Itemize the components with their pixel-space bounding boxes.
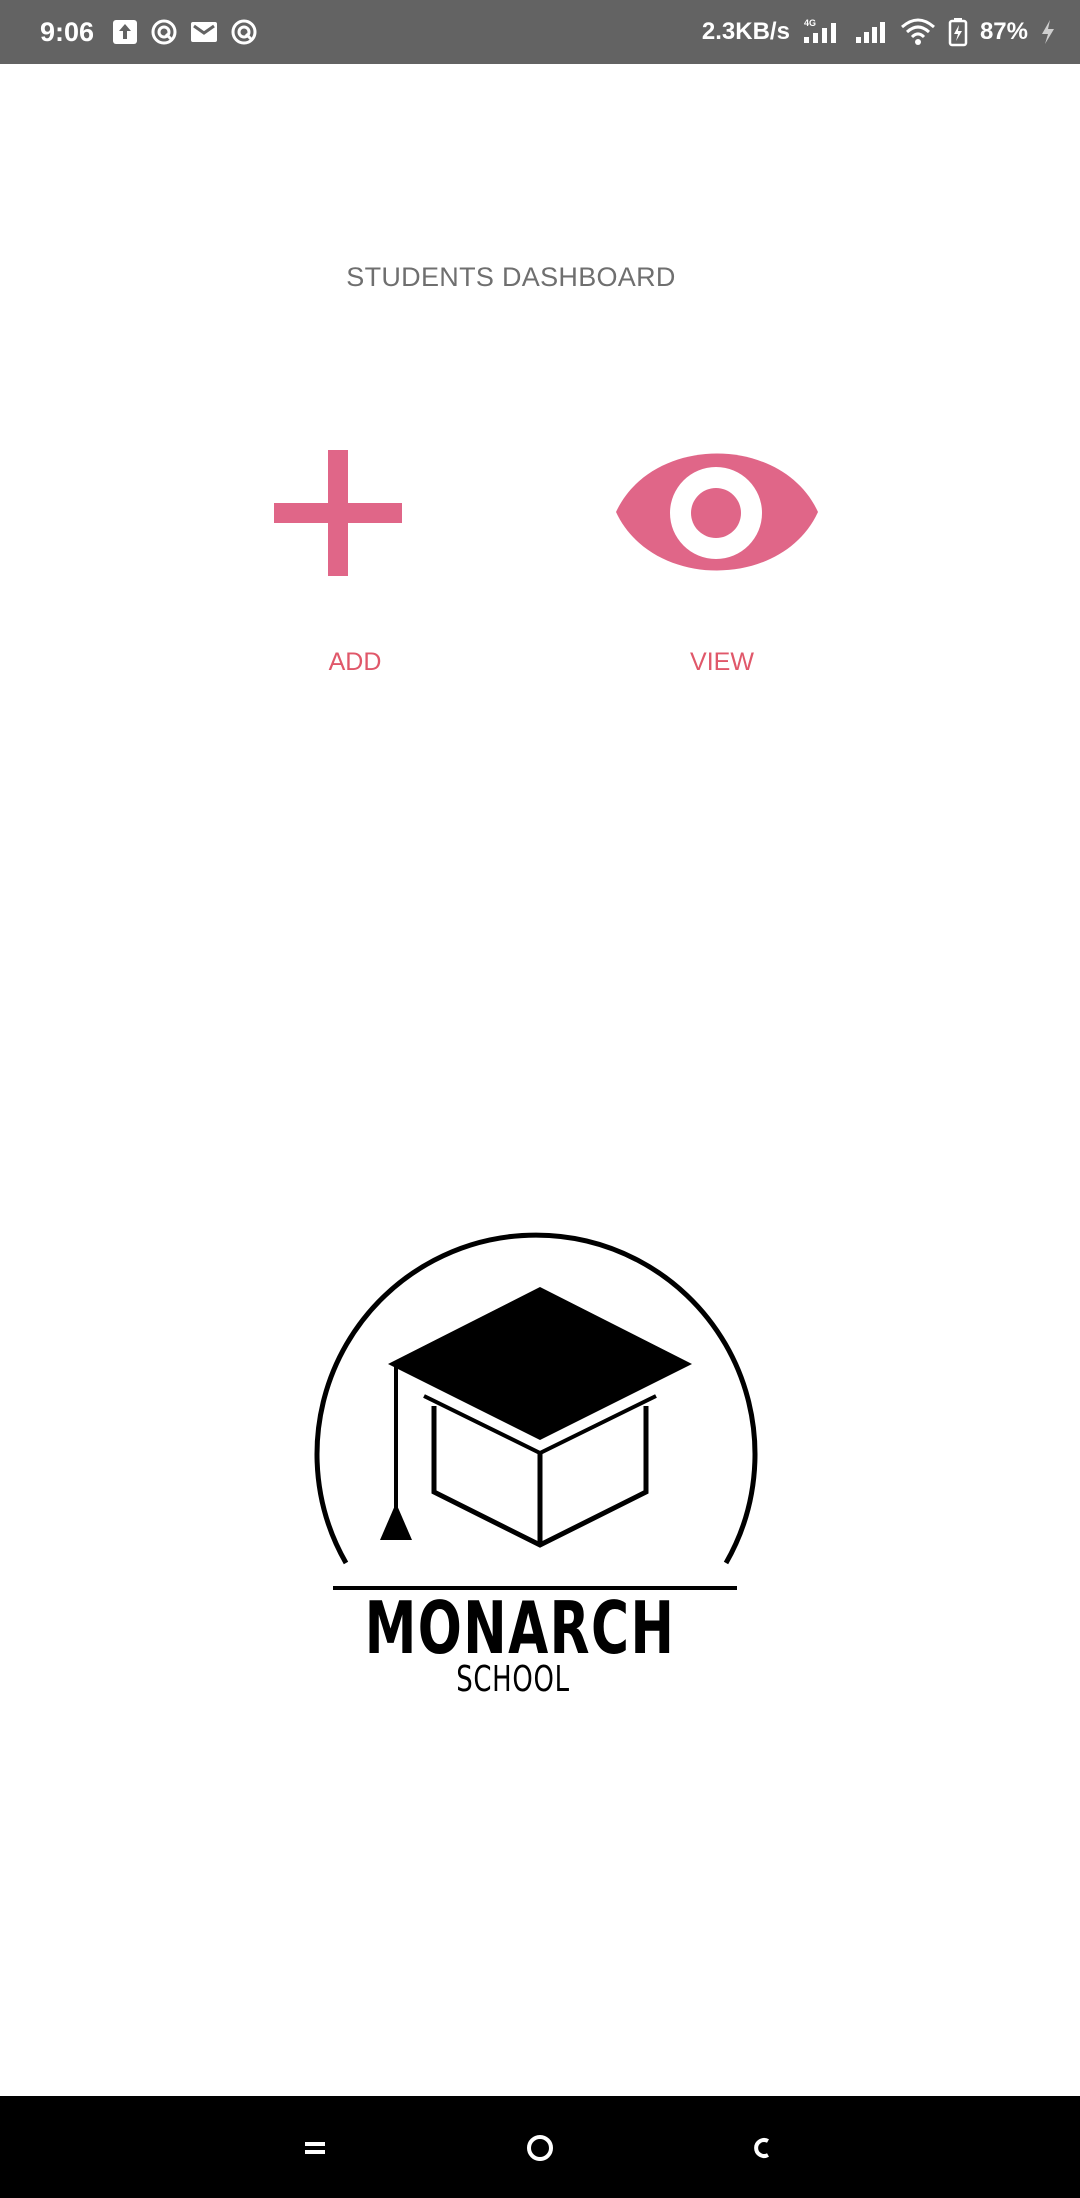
menu-button[interactable] (286, 2118, 346, 2178)
notification-app-icon (150, 18, 178, 46)
back-icon (754, 2138, 769, 2158)
notification-app-icon (230, 18, 258, 46)
home-button[interactable] (510, 2118, 570, 2178)
navigation-bar (0, 2096, 1080, 2198)
view-button[interactable] (612, 440, 822, 590)
back-button[interactable] (733, 2118, 793, 2178)
status-right: 2.3KB/s 4G 87% (702, 17, 1056, 47)
view-label[interactable]: VIEW (622, 648, 822, 677)
plus-icon (274, 450, 402, 576)
logo-name: MONARCH (364, 1586, 676, 1670)
battery-percent: 87% (979, 18, 1028, 45)
network-speed: 2.3KB/s (701, 18, 790, 45)
signal-icon (854, 17, 888, 47)
battery-icon (948, 17, 968, 47)
add-button[interactable] (270, 440, 410, 590)
status-bar: 9:06 2.3KB/s 4G 87% (0, 0, 1080, 64)
4g-signal-icon: 4G (802, 17, 842, 47)
add-label[interactable]: ADD (255, 648, 455, 677)
svg-text:4G: 4G (804, 18, 816, 28)
home-icon (527, 2135, 553, 2161)
screen: 9:06 2.3KB/s 4G 87% STUDENTS DASHBOARD A… (0, 0, 1080, 2198)
upload-icon (112, 19, 138, 45)
status-time: 9:06 (40, 16, 95, 47)
page-title: STUDENTS DASHBOARD (346, 262, 676, 292)
logo-subtitle: SCHOOL (456, 1659, 570, 1700)
eye-icon (616, 453, 818, 571)
menu-icon (305, 2142, 325, 2154)
status-left: 9:06 (40, 17, 258, 48)
wifi-icon (900, 17, 936, 47)
gmail-icon (190, 20, 218, 44)
charging-icon (1040, 19, 1056, 45)
